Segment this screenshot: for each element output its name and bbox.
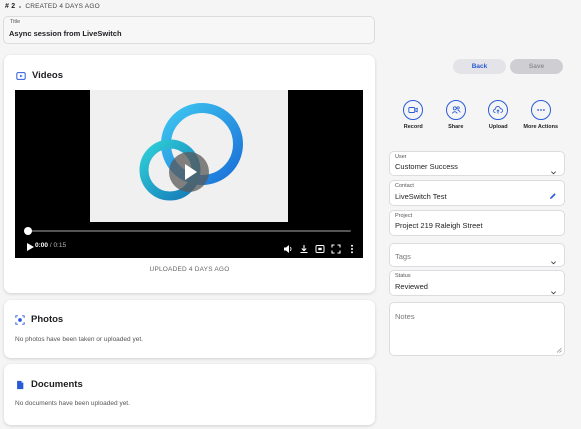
user-value: Customer Success xyxy=(395,162,458,171)
project-field[interactable]: Project Project 219 Raleigh Street xyxy=(389,210,565,236)
chevron-down-icon[interactable] xyxy=(550,283,557,295)
current-time: 0:00 xyxy=(35,242,49,249)
created-timestamp: CREATED 4 DAYS AGO xyxy=(25,3,100,10)
documents-heading-text: Documents xyxy=(31,379,83,390)
volume-icon[interactable] xyxy=(283,241,293,253)
notes-textarea[interactable]: Notes xyxy=(389,302,565,356)
back-button[interactable]: Back xyxy=(453,59,506,74)
photos-heading: Photos xyxy=(15,314,63,325)
player-controls xyxy=(283,241,357,254)
video-record-icon xyxy=(408,107,418,113)
separator-dot xyxy=(19,5,22,8)
contact-field[interactable]: Contact LiveSwitch Test xyxy=(389,180,565,206)
share-action-label: Share xyxy=(448,124,464,130)
play-overlay-button[interactable] xyxy=(169,152,209,192)
document-icon xyxy=(17,380,24,389)
more-actions-circle[interactable] xyxy=(530,100,551,120)
share-action-circle[interactable] xyxy=(445,100,466,120)
notes-placeholder: Notes xyxy=(395,312,415,321)
record-meta: # 2 CREATED 4 DAYS AGO xyxy=(5,3,100,10)
status-value: Reviewed xyxy=(395,282,428,291)
title-value[interactable]: Async session from LiveSwitch xyxy=(9,29,122,38)
more-actions-label: More Actions xyxy=(523,124,559,130)
project-value: Project 219 Raleigh Street xyxy=(395,221,483,230)
chevron-down-icon[interactable] xyxy=(550,253,557,265)
record-number: # 2 xyxy=(5,3,16,10)
record-action[interactable]: Record xyxy=(393,100,433,131)
documents-card: Documents No documents have been uploade… xyxy=(4,364,375,425)
time-display: 0:00 / 0:15 xyxy=(35,242,66,249)
contact-label: Contact xyxy=(395,183,414,189)
title-label: Title xyxy=(10,19,21,25)
videos-heading-text: Videos xyxy=(32,70,63,81)
more-actions-action[interactable]: More Actions xyxy=(521,100,561,131)
video-player[interactable]: 0:00 / 0:15 xyxy=(15,90,363,258)
photos-heading-text: Photos xyxy=(31,314,64,325)
project-label: Project xyxy=(395,213,413,219)
action-bar: Record Share Upload More Actions xyxy=(392,100,562,131)
fullscreen-icon[interactable] xyxy=(331,241,341,254)
title-field[interactable]: Title Async session from LiveSwitch xyxy=(3,16,375,44)
chevron-down-icon[interactable] xyxy=(550,163,557,175)
user-label: User xyxy=(395,154,407,160)
share-action[interactable]: Share xyxy=(436,100,476,131)
photos-empty-message: No photos have been taken or uploaded ye… xyxy=(15,336,143,343)
progress-track[interactable] xyxy=(27,230,351,232)
play-icon[interactable] xyxy=(25,242,35,252)
progress-knob[interactable] xyxy=(24,227,32,235)
resize-grip-icon[interactable] xyxy=(556,347,562,353)
contact-value: LiveSwitch Test xyxy=(395,192,447,201)
documents-heading: Documents xyxy=(15,379,83,390)
duration: / 0:15 xyxy=(49,242,67,249)
edit-pencil-icon[interactable] xyxy=(549,192,557,200)
upload-action[interactable]: Upload xyxy=(478,100,518,131)
status-select[interactable]: Status Reviewed xyxy=(389,270,565,296)
tags-placeholder: Tags xyxy=(395,252,411,261)
more-dots-icon xyxy=(536,109,545,111)
share-users-icon xyxy=(451,106,461,114)
documents-empty-message: No documents have been uploaded yet. xyxy=(15,400,130,407)
download-icon[interactable] xyxy=(299,241,309,254)
more-options-icon[interactable] xyxy=(347,241,357,254)
cloud-upload-icon xyxy=(493,106,504,114)
upload-action-label: Upload xyxy=(488,124,508,130)
record-action-circle[interactable] xyxy=(403,100,424,120)
status-label: Status xyxy=(395,273,411,279)
record-action-label: Record xyxy=(403,124,423,130)
upload-action-circle[interactable] xyxy=(488,100,509,120)
tags-select[interactable]: Tags xyxy=(389,243,565,267)
save-button[interactable]: Save xyxy=(510,59,563,74)
video-frame xyxy=(90,90,288,222)
videos-card: Videos 0:00 / 0:15 UPLOADED 4 DAYS AGO xyxy=(4,55,375,293)
picture-in-picture-icon[interactable] xyxy=(315,241,325,253)
user-select[interactable]: User Customer Success xyxy=(389,151,565,176)
camera-icon xyxy=(15,314,25,325)
upload-timestamp: UPLOADED 4 DAYS AGO xyxy=(149,266,230,273)
photos-card: Photos No photos have been taken or uplo… xyxy=(4,300,375,358)
video-icon xyxy=(16,71,26,80)
videos-heading: Videos xyxy=(16,70,63,81)
